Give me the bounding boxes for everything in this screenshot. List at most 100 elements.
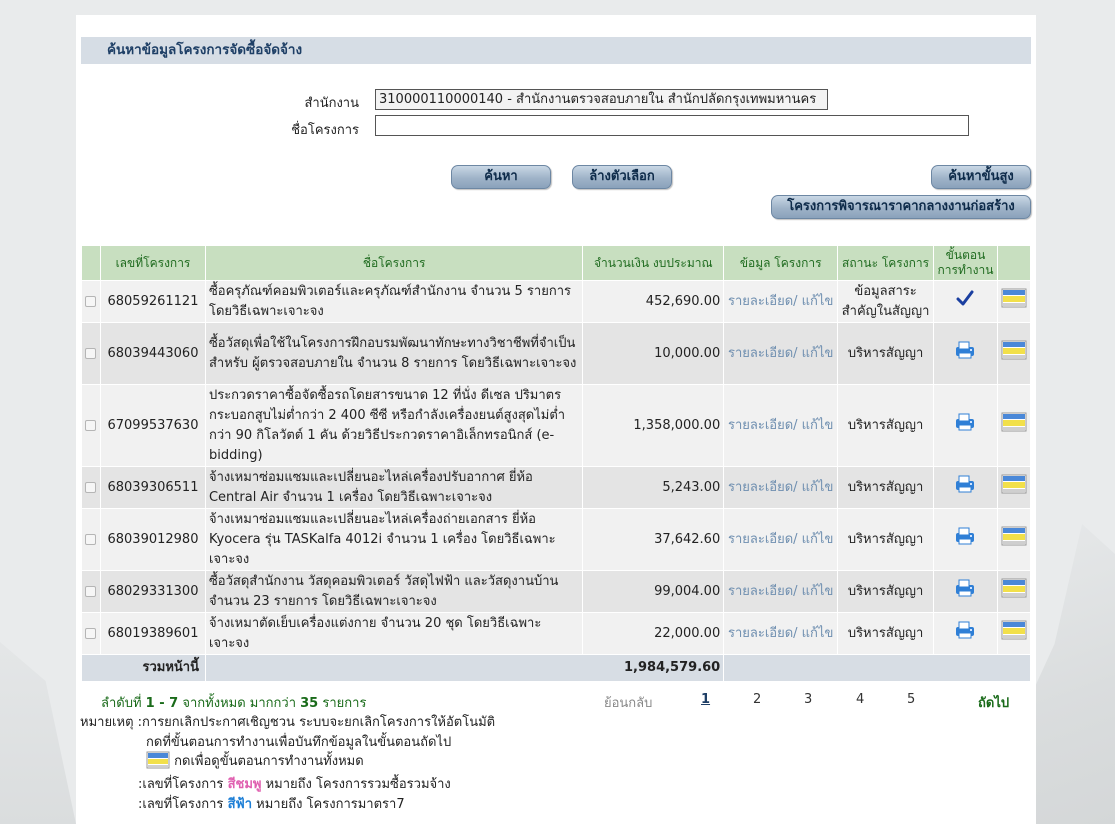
project-name: จ้างเหมาซ่อมแซมและเปลี่ยนอะไหล่เครื่องถ่… (204, 508, 584, 571)
view-all-steps-button[interactable] (996, 280, 1032, 323)
row-checkbox[interactable] (81, 384, 101, 467)
notes-line5-suffix: หมายถึง โครงการมาตรา7 (256, 797, 405, 812)
view-all-steps-button[interactable] (996, 570, 1032, 613)
view-steps-icon (1001, 526, 1027, 553)
workflow-step-button[interactable] (933, 384, 998, 467)
project-name: จ้างเหมาซ่อมแซมและเปลี่ยนอะไหล่เครื่องปร… (204, 466, 584, 509)
workflow-step-button[interactable] (933, 322, 998, 385)
summary-prefix: ลำดับที่ (101, 696, 142, 711)
summary-mid: จากทั้งหมด มากกว่า (182, 696, 296, 711)
pagination-page-2[interactable]: 2 (753, 692, 761, 707)
project-status: บริหารสัญญา (837, 384, 935, 467)
notes-line3-text: กดเพื่อดูขั้นตอนการทำงานทั้งหมด (174, 754, 364, 769)
project-budget: 37,642.60 (582, 508, 725, 571)
details-edit-link[interactable]: รายละเอียด/ แก้ไข (723, 466, 839, 509)
background-decoration-left (0, 642, 76, 824)
advanced-search-button[interactable]: ค้นหาขั้นสูง (931, 165, 1031, 189)
workflow-step-button[interactable] (933, 508, 998, 571)
row-checkbox[interactable] (81, 322, 101, 385)
row-checkbox[interactable] (81, 612, 101, 655)
view-steps-icon (1001, 578, 1027, 605)
search-button[interactable]: ค้นหา (451, 165, 551, 189)
row-checkbox[interactable] (81, 466, 101, 509)
printer-icon (954, 412, 976, 439)
project-name: ประกวดราคาซื้อจัดซื้อรถโดยสารขนาด 12 ที่… (204, 384, 584, 467)
details-edit-link[interactable]: รายละเอียด/ แก้ไข (723, 280, 839, 323)
workflow-step-button[interactable] (933, 612, 998, 655)
project-number: 68059261121 (99, 280, 206, 323)
total-row: รวมหน้านี้ 1,984,579.60 (81, 654, 1031, 682)
view-all-steps-button[interactable] (996, 384, 1032, 467)
page-title: ค้นหาข้อมูลโครงการจัดซื้อจัดจ้าง (81, 37, 1031, 64)
details-edit-link[interactable]: รายละเอียด/ แก้ไข (723, 384, 839, 467)
table-row: 68039443060 ซื้อวัสดุเพื่อใช้ในโครงการฝึก… (81, 322, 1032, 385)
project-name: ซื้อวัสดุเพื่อใช้ในโครงการฝึกอบรมพัฒนาทั… (204, 322, 584, 385)
view-steps-icon (1001, 412, 1027, 439)
pagination-next[interactable]: ถัดไป (978, 692, 1009, 713)
notes-line1-text: การยกเลิกประกาศเชิญชวน ระบบจะยกเลิกโครงก… (142, 715, 496, 730)
pink-legend-word: สีชมพู (227, 777, 262, 792)
header-project-no: เลขที่โครงการ (99, 245, 206, 281)
notes-line1: หมายเหตุ :การยกเลิกประกาศเชิญชวน ระบบจะย… (80, 711, 495, 732)
details-edit-link[interactable]: รายละเอียด/ แก้ไข (723, 322, 839, 385)
header-view (996, 245, 1032, 281)
total-label: รวมหน้านี้ (81, 654, 206, 682)
agency-label: สำนักงาน (304, 96, 359, 111)
table-row: 68039012980 จ้างเหมาซ่อมแซมและเปลี่ยนอะไห… (81, 508, 1032, 571)
notes-line3: กดเพื่อดูขั้นตอนการทำงานทั้งหมด (146, 750, 364, 773)
notes-line4: :เลขที่โครงการ สีชมพู หมายถึง โครงการรวม… (138, 773, 451, 794)
project-budget: 452,690.00 (582, 280, 725, 323)
printer-icon (954, 526, 976, 553)
row-checkbox[interactable] (81, 570, 101, 613)
project-budget: 22,000.00 (582, 612, 725, 655)
construction-price-button[interactable]: โครงการพิจารณาราคากลางงานก่อสร้าง (771, 195, 1031, 219)
view-all-steps-button[interactable] (996, 508, 1032, 571)
clear-button[interactable]: ล้างตัวเลือก (572, 165, 672, 189)
summary-count: 35 (300, 696, 319, 711)
pagination-page-4[interactable]: 4 (856, 692, 864, 707)
view-all-steps-button[interactable] (996, 466, 1032, 509)
header-info: ข้อมูล โครงการ (723, 245, 839, 281)
project-name-input[interactable] (375, 115, 969, 136)
notes-line2: กดที่ขั้นตอนการทำงานเพื่อบันทึกข้อมูลในข… (146, 735, 452, 750)
details-edit-link[interactable]: รายละเอียด/ แก้ไข (723, 612, 839, 655)
main-panel: ค้นหาข้อมูลโครงการจัดซื้อจัดจ้าง สำนักงา… (76, 15, 1036, 824)
project-status: บริหารสัญญา (837, 322, 935, 385)
pagination-back[interactable]: ย้อนกลับ (604, 692, 652, 713)
printer-icon (954, 620, 976, 647)
workflow-step-button[interactable] (933, 570, 998, 613)
project-number: 68039306511 (99, 466, 206, 509)
notes-line5: :เลขที่โครงการ สีฟ้า หมายถึง โครงการมาตร… (138, 793, 405, 814)
printer-icon (954, 578, 976, 605)
agency-field[interactable]: 310000110000140 - สำนักงานตรวจสอบภายใน ส… (375, 89, 828, 110)
summary-suffix: รายการ (322, 696, 367, 711)
workflow-step-button[interactable] (933, 466, 998, 509)
project-status: บริหารสัญญา (837, 466, 935, 509)
view-all-steps-button[interactable] (996, 612, 1032, 655)
header-project-name: ชื่อโครงการ (204, 245, 584, 281)
project-budget: 5,243.00 (582, 466, 725, 509)
pagination-page-1[interactable]: 1 (701, 692, 710, 707)
details-edit-link[interactable]: รายละเอียด/ แก้ไข (723, 570, 839, 613)
project-name: จ้างเหมาตัดเย็บเครื่องแต่งกาย จำนวน 20 ช… (204, 612, 584, 655)
notes-line4-prefix: :เลขที่โครงการ (138, 777, 224, 792)
workflow-step-button[interactable] (933, 280, 998, 323)
view-steps-icon (1001, 340, 1027, 367)
checkmark-icon (956, 289, 974, 314)
row-checkbox[interactable] (81, 280, 101, 323)
notes-line5-prefix: :เลขที่โครงการ (138, 797, 224, 812)
details-edit-link[interactable]: รายละเอียด/ แก้ไข (723, 508, 839, 571)
pagination-page-5[interactable]: 5 (907, 692, 915, 707)
table-header-row: เลขที่โครงการ ชื่อโครงการ จำนวนเงิน งบปร… (81, 245, 1032, 281)
blue-legend-word: สีฟ้า (227, 797, 253, 812)
view-steps-icon (1001, 620, 1027, 647)
table-row: 67099537630 ประกวดราคาซื้อจัดซื้อรถโดยสาร… (81, 384, 1032, 467)
project-number: 68039012980 (99, 508, 206, 571)
results-table: เลขที่โครงการ ชื่อโครงการ จำนวนเงิน งบปร… (81, 245, 1032, 682)
pagination-page-3[interactable]: 3 (804, 692, 812, 707)
project-name: ซื้อวัสดุสำนักงาน วัสดุคอมพิวเตอร์ วัสดุ… (204, 570, 584, 613)
view-all-steps-button[interactable] (996, 322, 1032, 385)
printer-icon (954, 474, 976, 501)
header-select (81, 245, 101, 281)
row-checkbox[interactable] (81, 508, 101, 571)
